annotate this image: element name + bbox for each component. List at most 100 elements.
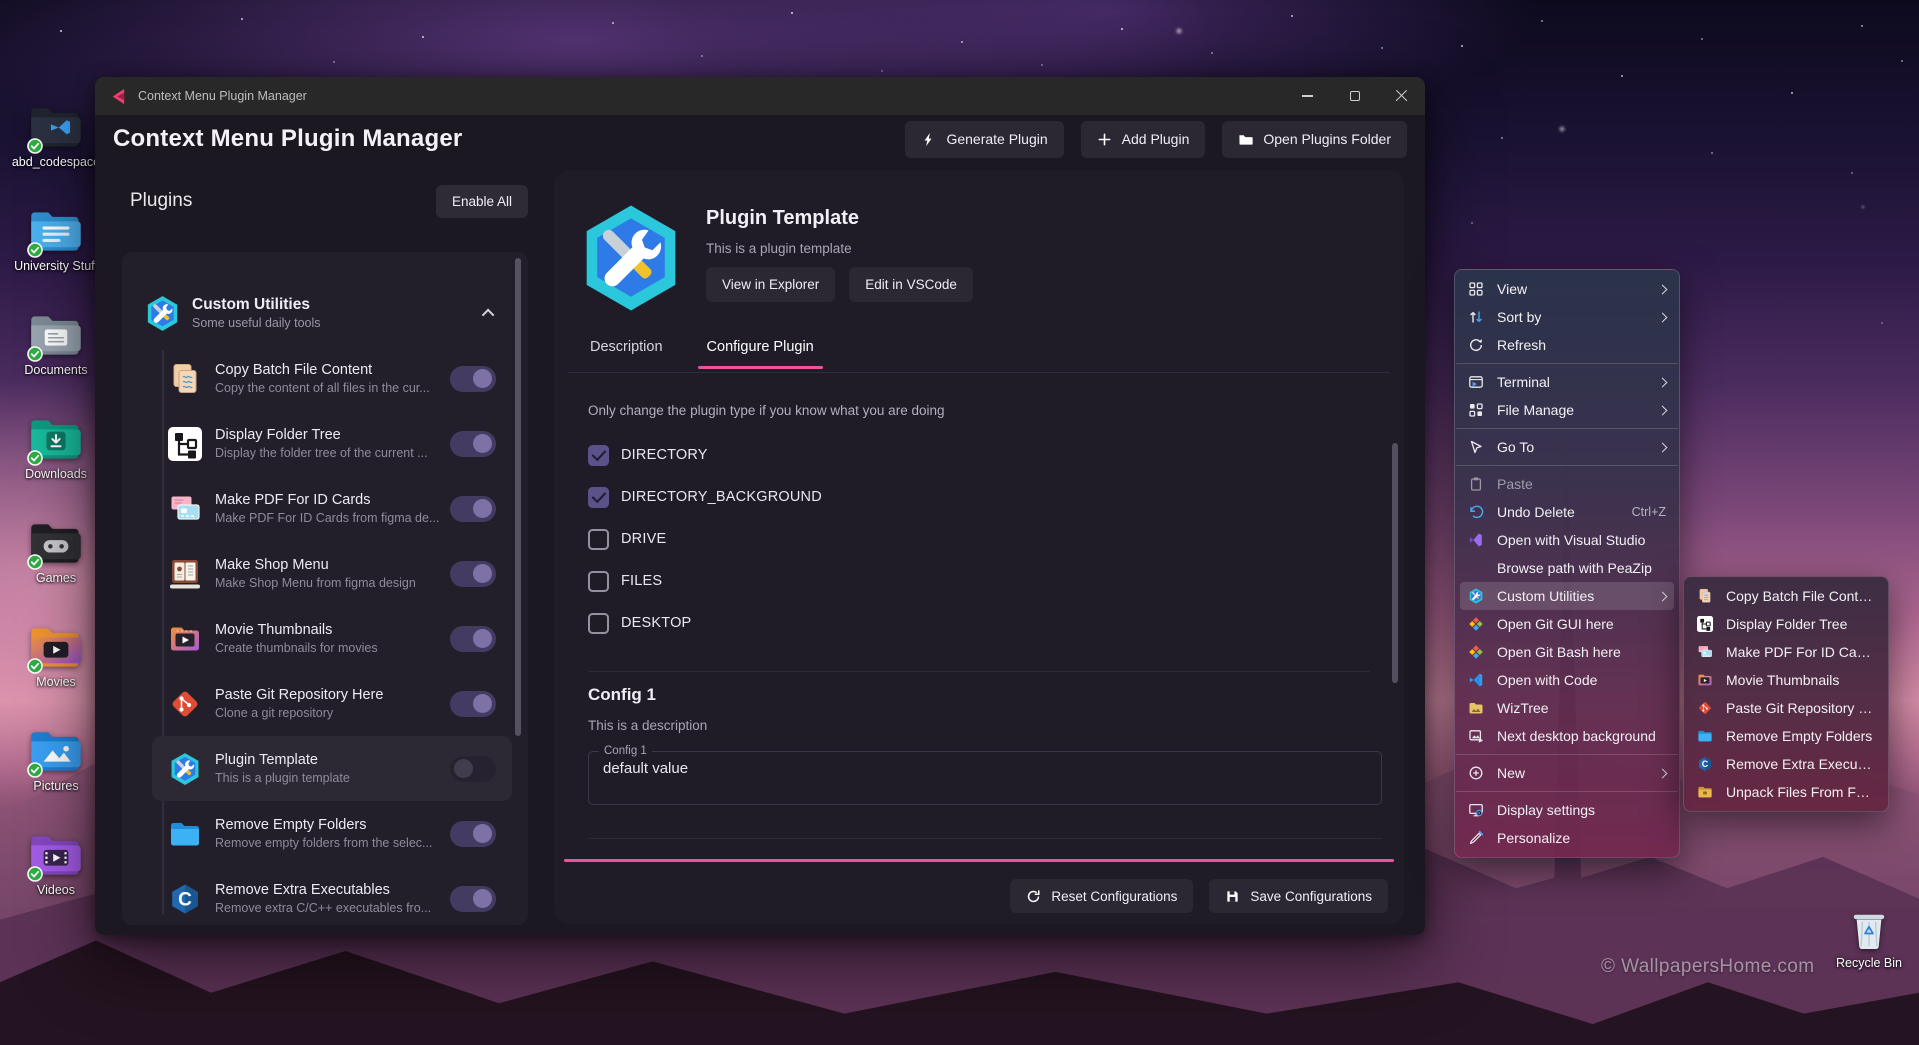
plugin-row-paste-git-repository-here[interactable]: Paste Git Repository HereClone a git rep… [152,671,512,736]
config-input[interactable]: Config 1 default value [588,745,1382,805]
menu-item-display-folder-tree[interactable]: Display Folder Tree [1689,610,1883,638]
enable-all-button[interactable]: Enable All [436,185,528,218]
plugin-toggle-remove-extra-executables[interactable] [450,886,496,912]
desktop-icon-videos[interactable]: Videos [6,832,106,936]
wiztree-icon [1468,700,1484,716]
vscode-folder-icon [29,104,83,151]
save-configurations-label: Save Configurations [1250,889,1372,904]
copy-batch-file-icon [168,362,202,396]
plugin-row-display-folder-tree[interactable]: Display Folder TreeDisplay the folder tr… [152,411,512,476]
minimize-button[interactable] [1284,77,1331,115]
plugin-toggle-plugin-template[interactable] [450,756,496,782]
plugin-toggle-make-pdf-for-id-cards[interactable] [450,496,496,522]
plugin-toggle-make-shop-menu[interactable] [450,561,496,587]
desktop-icon-movies[interactable]: Movies [6,624,106,728]
checkbox-row-directory-background[interactable]: DIRECTORY_BACKGROUND [588,483,822,511]
menu-item-open-with-visual-studio[interactable]: Open with Visual Studio [1460,526,1674,554]
title-bar[interactable]: Context Menu Plugin Manager [95,77,1425,115]
edit-in-vscode-button[interactable]: Edit in VSCode [849,267,973,302]
desktop-icon-label: Games [36,571,76,585]
plugin-row-text: Copy Batch File ContentCopy the content … [215,362,430,395]
reset-configurations-button[interactable]: Reset Configurations [1010,879,1193,913]
plugin-list-scrollbar[interactable] [515,258,521,736]
menu-item-wiztree[interactable]: WizTree [1460,694,1674,722]
menu-item-terminal[interactable]: Terminal [1460,368,1674,396]
checked-checkbox[interactable] [588,445,609,466]
desktop-icon-documents[interactable]: Documents [6,312,106,416]
plugin-row-make-pdf-for-id-cards[interactable]: Make PDF For ID CardsMake PDF For ID Car… [152,476,512,541]
menu-item-new[interactable]: New [1460,759,1674,787]
menu-item-browse-path-with-peazip[interactable]: Browse path with PeaZip [1460,554,1674,582]
plugin-row-movie-thumbnails[interactable]: Movie ThumbnailsCreate thumbnails for mo… [152,606,512,671]
tab-description[interactable]: Description [587,339,666,369]
save-configurations-button[interactable]: Save Configurations [1209,879,1388,913]
plugin-row-copy-batch-file-content[interactable]: Copy Batch File ContentCopy the content … [152,346,512,411]
menu-item-unpack-files-from-folder[interactable]: Unpack Files From Folder [1689,778,1883,806]
menu-item-undo-delete[interactable]: Undo DeleteCtrl+Z [1460,498,1674,526]
reset-icon [1026,889,1041,904]
menu-item-copy-batch-file-content[interactable]: Copy Batch File Content [1689,582,1883,610]
menu-item-file-manage[interactable]: File Manage [1460,396,1674,424]
desktop-icon-university-stuff[interactable]: University Stuff [6,208,106,312]
plugin-row-remove-empty-folders[interactable]: Remove Empty FoldersRemove empty folders… [152,801,512,866]
menu-item-sort-by[interactable]: Sort by [1460,303,1674,331]
desktop-icon-downloads[interactable]: Downloads [6,416,106,520]
custom-utilities-icon [168,752,202,786]
plugin-toggle-paste-git-repository-here[interactable] [450,691,496,717]
menu-item-personalize[interactable]: Personalize [1460,824,1674,852]
detail-scrollbar[interactable] [1392,443,1398,683]
plugin-group-custom-utilities[interactable]: Custom Utilities Some useful daily tools [144,292,506,334]
add-plugin-button[interactable]: Add Plugin [1081,121,1206,158]
checkbox-row-directory[interactable]: DIRECTORY [588,441,822,469]
plugin-row-plugin-template[interactable]: Plugin TemplateThis is a plugin template [152,736,512,801]
unchecked-checkbox[interactable] [588,613,609,634]
checkbox-row-drive[interactable]: DRIVE [588,525,822,553]
tab-configure-plugin[interactable]: Configure Plugin [704,339,817,369]
generate-plugin-label: Generate Plugin [946,131,1047,147]
generate-plugin-button[interactable]: Generate Plugin [905,121,1063,158]
view-in-explorer-button[interactable]: View in Explorer [706,267,835,302]
recycle-bin-icon [1850,908,1888,952]
menu-item-refresh[interactable]: Refresh [1460,331,1674,359]
folder-movies-icon [29,624,83,671]
menu-item-custom-utilities[interactable]: Custom Utilities [1460,582,1674,610]
menu-item-remove-empty-folders[interactable]: Remove Empty Folders [1689,722,1883,750]
recycle-bin[interactable]: Recycle Bin [1836,908,1902,970]
plugin-name: Movie Thumbnails [215,622,378,638]
checkbox-row-files[interactable]: FILES [588,567,822,595]
plugin-toggle-remove-empty-folders[interactable] [450,821,496,847]
open-plugins-folder-button[interactable]: Open Plugins Folder [1222,121,1407,158]
menu-item-next-desktop-background[interactable]: Next desktop background [1460,722,1674,750]
plugin-toggle-movie-thumbnails[interactable] [450,626,496,652]
movie-thumbnails-icon [1697,672,1713,688]
folder-pictures-icon [29,728,83,775]
menu-item-remove-extra-executables[interactable]: CRemove Extra Executables [1689,750,1883,778]
chevron-up-icon[interactable] [482,308,495,321]
desktop-icon-label: Pictures [33,779,78,793]
unchecked-checkbox[interactable] [588,571,609,592]
menu-item-movie-thumbnails[interactable]: Movie Thumbnails [1689,666,1883,694]
checkbox-row-desktop[interactable]: DESKTOP [588,609,822,637]
menu-item-open-with-code[interactable]: Open with Code [1460,666,1674,694]
desktop-icon-games[interactable]: Games [6,520,106,624]
plugin-row-make-shop-menu[interactable]: Make Shop MenuMake Shop Menu from figma … [152,541,512,606]
accent-divider [564,859,1394,862]
desktop-icon-abd-codespace[interactable]: abd_codespace [6,104,106,208]
unchecked-checkbox[interactable] [588,529,609,550]
checked-checkbox[interactable] [588,487,609,508]
menu-item-make-pdf-for-id-cards[interactable]: Make PDF For ID Cards [1689,638,1883,666]
edit-in-vscode-label: Edit in VSCode [865,277,957,292]
plugin-toggle-copy-batch-file-content[interactable] [450,366,496,392]
menu-item-paste-git-repository-here[interactable]: Paste Git Repository Here [1689,694,1883,722]
plugin-row-remove-extra-executables[interactable]: CRemove Extra ExecutablesRemove extra C/… [152,866,512,925]
plugin-toggle-display-folder-tree[interactable] [450,431,496,457]
menu-item-open-git-gui-here[interactable]: Open Git GUI here [1460,610,1674,638]
desktop-icon-pictures[interactable]: Pictures [6,728,106,832]
menu-item-display-settings[interactable]: Display settings [1460,796,1674,824]
menu-item-view[interactable]: View [1460,275,1674,303]
menu-item-open-git-bash-here[interactable]: Open Git Bash here [1460,638,1674,666]
close-button[interactable] [1378,77,1425,115]
menu-item-go-to[interactable]: Go To [1460,433,1674,461]
maximize-button[interactable] [1331,77,1378,115]
minimize-icon [1302,95,1313,96]
